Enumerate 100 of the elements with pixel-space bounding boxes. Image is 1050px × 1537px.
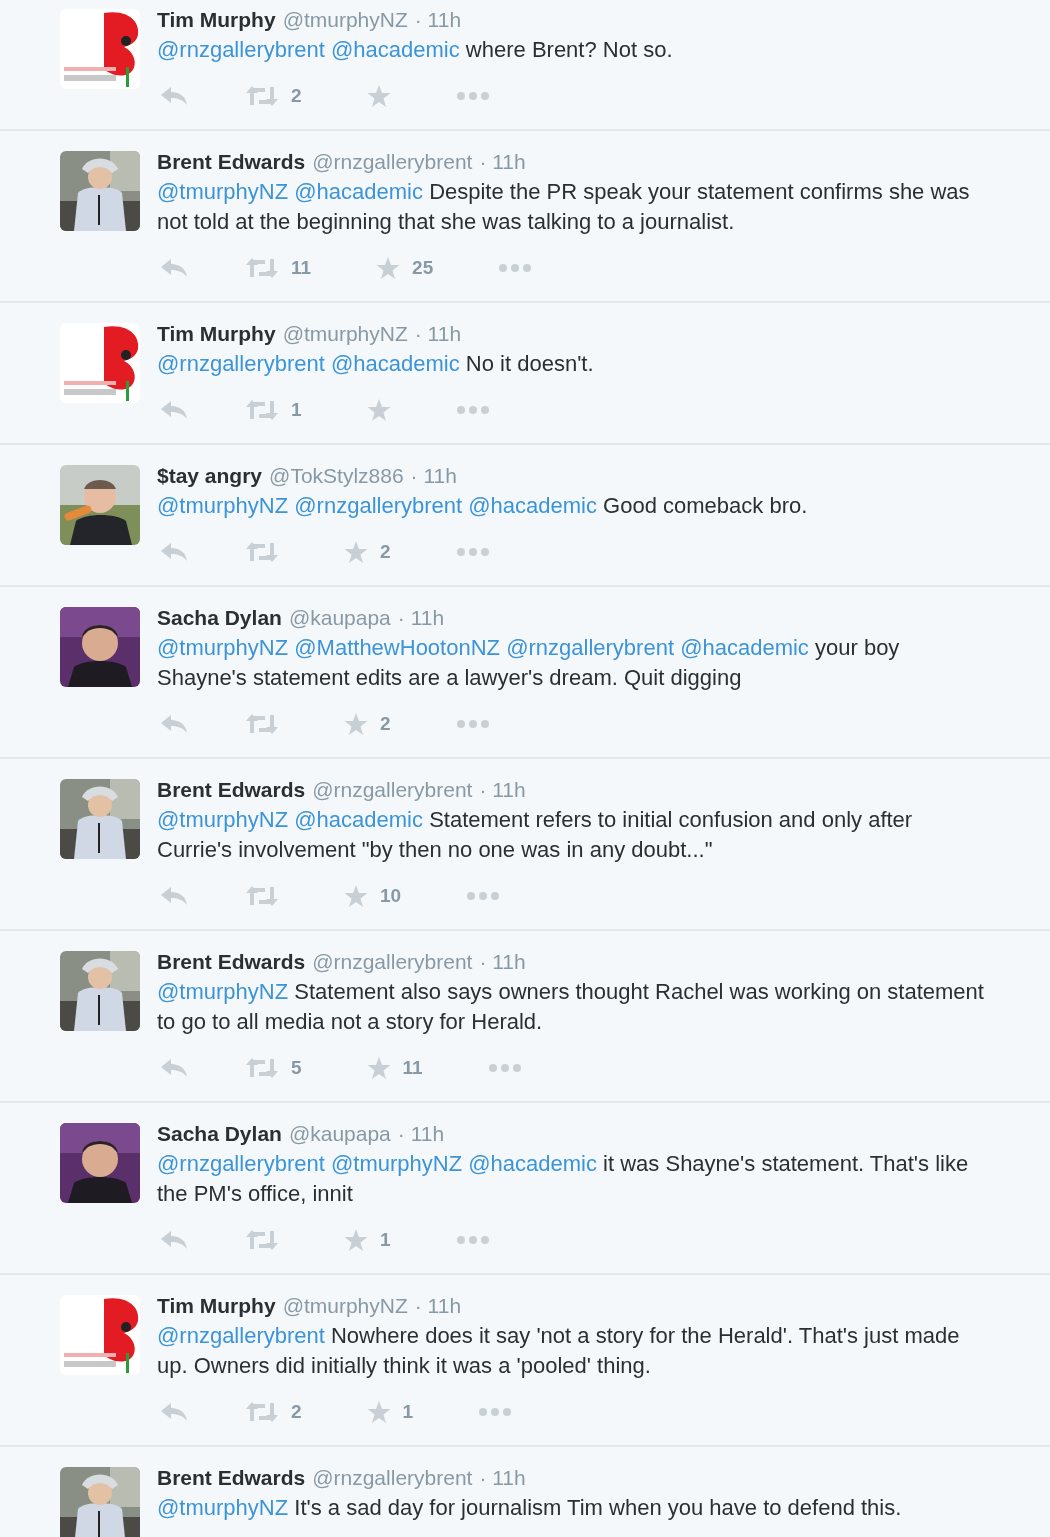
timestamp[interactable]: · 11h: [397, 606, 445, 630]
more-icon[interactable]: [455, 405, 490, 415]
user-handle[interactable]: @TokStylz886: [269, 464, 404, 488]
mention-link[interactable]: @hacademic: [680, 635, 809, 660]
star-icon[interactable]: [344, 712, 368, 736]
user-handle[interactable]: @rnzgallerybrent: [312, 150, 473, 174]
user-name[interactable]: Sacha Dylan: [157, 606, 282, 630]
reply-icon[interactable]: [160, 86, 188, 106]
user-handle[interactable]: @kaupapa: [288, 606, 391, 630]
star-icon[interactable]: [366, 398, 391, 422]
star-icon[interactable]: [344, 884, 368, 908]
more-icon[interactable]: [455, 1235, 490, 1245]
mention-link[interactable]: @tmurphyNZ: [157, 807, 289, 832]
timestamp[interactable]: · 11h: [414, 322, 462, 346]
mention-link[interactable]: @rnzgallerybrent: [157, 1323, 325, 1348]
user-name[interactable]: Brent Edwards: [157, 1466, 306, 1490]
user-name[interactable]: Sacha Dylan: [157, 1122, 282, 1146]
more-icon[interactable]: [478, 1407, 513, 1417]
reply-icon[interactable]: [160, 1402, 188, 1422]
mention-link[interactable]: @hacademic: [468, 493, 597, 518]
reply-icon[interactable]: [160, 542, 188, 562]
mention-link[interactable]: @rnzgallerybrent: [157, 1151, 325, 1176]
retweet-icon[interactable]: [245, 399, 279, 421]
retweet-count: 2: [291, 85, 302, 107]
mention-link[interactable]: @rnzgallerybrent: [157, 351, 325, 376]
user-name[interactable]: Tim Murphy: [157, 1294, 276, 1318]
more-icon[interactable]: [455, 719, 490, 729]
mention-link[interactable]: @MatthewHootonNZ: [294, 635, 500, 660]
user-handle[interactable]: @rnzgallerybrent: [312, 778, 473, 802]
mention-link[interactable]: @tmurphyNZ: [157, 1495, 289, 1520]
mention-link[interactable]: @tmurphyNZ: [157, 179, 289, 204]
mention-link[interactable]: @hacademic: [331, 351, 460, 376]
retweet-count: 1: [291, 399, 302, 421]
favorite-count: 1: [380, 1229, 391, 1251]
retweet-icon[interactable]: [245, 713, 279, 735]
user-handle[interactable]: @rnzgallerybrent: [312, 950, 473, 974]
mention-link[interactable]: @hacademic: [294, 807, 423, 832]
mention-link[interactable]: @tmurphyNZ: [157, 493, 289, 518]
timestamp[interactable]: · 11h: [397, 1122, 445, 1146]
mention-link[interactable]: @rnzgallerybrent: [294, 493, 463, 518]
more-icon[interactable]: [455, 547, 490, 557]
user-name[interactable]: Brent Edwards: [157, 150, 306, 174]
mention-link[interactable]: @rnzgallerybrent: [157, 37, 325, 62]
timestamp[interactable]: · 11h: [414, 1294, 462, 1318]
mention-link[interactable]: @tmurphyNZ: [331, 1151, 463, 1176]
user-name[interactable]: Brent Edwards: [157, 950, 306, 974]
timestamp[interactable]: · 11h: [410, 464, 457, 488]
user-handle[interactable]: @rnzgallerybrent: [312, 1466, 473, 1490]
retweet-icon[interactable]: [245, 257, 279, 279]
retweet-icon[interactable]: [245, 541, 279, 563]
retweet-count: 2: [291, 1401, 302, 1423]
star-icon[interactable]: [366, 1400, 391, 1424]
reply-icon[interactable]: [160, 1058, 188, 1078]
tweet-text: @tmurphyNZ It's a sad day for journalism Tim when you have to defend this.: [157, 1494, 903, 1522]
retweet-icon[interactable]: [245, 1229, 279, 1251]
star-icon[interactable]: [344, 540, 368, 564]
user-name[interactable]: Tim Murphy: [157, 8, 276, 32]
reply-icon[interactable]: [160, 1230, 188, 1250]
user-name[interactable]: Tim Murphy: [157, 322, 276, 346]
star-icon[interactable]: [344, 1228, 368, 1252]
star-icon[interactable]: [376, 256, 401, 280]
user-name[interactable]: Brent Edwards: [157, 778, 306, 802]
user-handle[interactable]: @kaupapa: [288, 1122, 391, 1146]
timestamp[interactable]: · 11h: [479, 778, 526, 802]
user-handle[interactable]: @tmurphyNZ: [282, 1294, 408, 1318]
timestamp[interactable]: · 11h: [479, 1466, 526, 1490]
timestamp[interactable]: · 11h: [479, 950, 526, 974]
tweet-text: @rnzgallerybrent @hacademic where Brent? Not so.: [157, 36, 674, 64]
reply-icon[interactable]: [160, 886, 188, 906]
retweet-icon[interactable]: [245, 85, 279, 107]
tweet-text: @tmurphyNZ @rnzgallerybrent @hacademic Good comeback bro.: [157, 492, 809, 520]
mention-link[interactable]: @hacademic: [468, 1151, 597, 1176]
favorite-count: 2: [380, 713, 391, 735]
more-icon[interactable]: [455, 91, 490, 101]
timestamp[interactable]: · 11h: [414, 8, 462, 32]
retweet-icon[interactable]: [245, 1057, 279, 1079]
user-handle[interactable]: @tmurphyNZ: [282, 322, 408, 346]
star-icon[interactable]: [366, 84, 391, 108]
user-handle[interactable]: @tmurphyNZ: [282, 8, 408, 32]
retweet-icon[interactable]: [245, 885, 279, 907]
tweet-text: @tmurphyNZ Statement also says owners thought Rachel was working on statement to go to all media not a story for Herald.: [157, 978, 985, 1036]
reply-icon[interactable]: [160, 714, 188, 734]
mention-link[interactable]: @tmurphyNZ: [157, 979, 289, 1004]
more-icon[interactable]: [498, 263, 533, 273]
tweet-text: @tmurphyNZ @MatthewHootonNZ @rnzgallerybrent @hacademic your boy Shayne's statement edits are a lawyer's dream. Quit digging: [157, 634, 901, 692]
more-icon[interactable]: [487, 1063, 522, 1073]
star-icon[interactable]: [366, 1056, 391, 1080]
more-icon[interactable]: [466, 891, 501, 901]
reply-icon[interactable]: [160, 400, 188, 420]
tweet-text: @tmurphyNZ @hacademic Statement refers to initial confusion and only after Currie's involvement "by then no one was in any doubt...": [157, 806, 914, 864]
mention-link[interactable]: @hacademic: [294, 179, 423, 204]
mention-link[interactable]: @tmurphyNZ: [157, 635, 289, 660]
mention-link[interactable]: @rnzgallerybrent: [506, 635, 674, 660]
retweet-count: 11: [291, 257, 312, 279]
user-name[interactable]: $tay angry: [157, 464, 263, 488]
reply-icon[interactable]: [160, 258, 188, 278]
mention-link[interactable]: @hacademic: [331, 37, 460, 62]
timestamp[interactable]: · 11h: [479, 150, 526, 174]
retweet-icon[interactable]: [245, 1401, 279, 1423]
tweet-text: @rnzgallerybrent @tmurphyNZ @hacademic it was Shayne's statement. That's like the PM's office, innit: [157, 1150, 970, 1208]
